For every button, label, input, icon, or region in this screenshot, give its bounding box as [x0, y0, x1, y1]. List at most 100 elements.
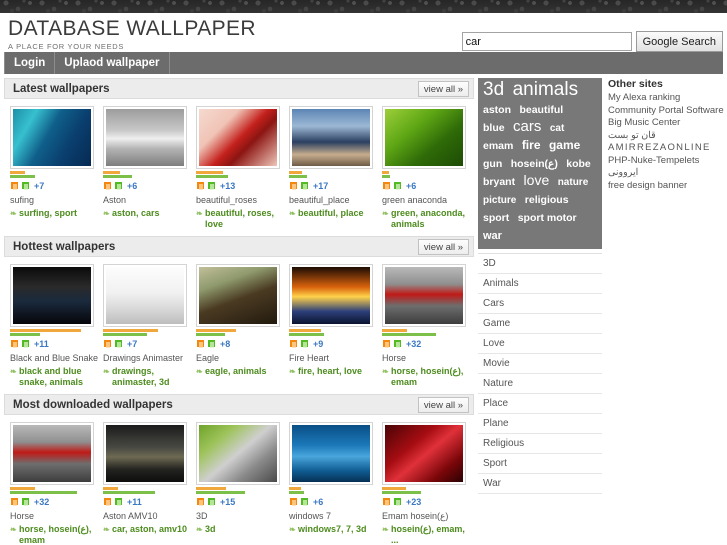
- wallpaper-title[interactable]: 3D: [196, 511, 288, 522]
- other-site-link[interactable]: My Alexa ranking: [608, 92, 719, 105]
- share-addthis-icon[interactable]: [393, 181, 402, 190]
- wallpaper-tags[interactable]: ❧ beautiful, roses, love: [196, 208, 288, 230]
- category-item-3d[interactable]: 3D: [478, 254, 602, 274]
- wallpaper-tags[interactable]: ❧ horse, hosein(ع), emam: [382, 366, 474, 388]
- share-addthis-icon[interactable]: [207, 497, 216, 506]
- category-item-movie[interactable]: Movie: [478, 354, 602, 374]
- share-bookmark-icon[interactable]: [289, 181, 298, 190]
- wallpaper-tags[interactable]: ❧ green, anaconda, animals: [382, 208, 474, 230]
- other-site-link[interactable]: قان تو بست: [608, 130, 719, 143]
- share-count[interactable]: +11: [127, 497, 142, 507]
- tag-cloud-link[interactable]: cars: [513, 118, 541, 135]
- category-item-sport[interactable]: Sport: [478, 454, 602, 474]
- share-addthis-icon[interactable]: [114, 181, 123, 190]
- share-bookmark-icon[interactable]: [382, 497, 391, 506]
- share-addthis-icon[interactable]: [114, 497, 123, 506]
- share-addthis-icon[interactable]: [21, 497, 30, 506]
- wallpaper-thumbnail-link[interactable]: [289, 264, 373, 327]
- share-addthis-icon[interactable]: [393, 339, 402, 348]
- category-item-love[interactable]: Love: [478, 334, 602, 354]
- share-count[interactable]: +32: [406, 339, 421, 349]
- category-item-plane[interactable]: Plane: [478, 414, 602, 434]
- share-count[interactable]: +13: [220, 181, 235, 191]
- share-addthis-icon[interactable]: [393, 497, 402, 506]
- wallpaper-title[interactable]: Horse: [382, 353, 474, 364]
- tag-cloud-link[interactable]: war: [483, 230, 502, 242]
- view-all-link[interactable]: view all »: [417, 81, 469, 97]
- search-input[interactable]: [461, 32, 632, 51]
- other-site-link[interactable]: PHP-Nuke-Tempelets: [608, 155, 719, 168]
- share-addthis-icon[interactable]: [114, 339, 123, 348]
- wallpaper-title[interactable]: Eagle: [196, 353, 288, 364]
- share-bookmark-icon[interactable]: [289, 497, 298, 506]
- tag-cloud-link[interactable]: sport motor: [518, 212, 577, 224]
- share-count[interactable]: +7: [34, 181, 44, 191]
- wallpaper-title[interactable]: Black and Blue Snake: [10, 353, 102, 364]
- share-bookmark-icon[interactable]: [382, 339, 391, 348]
- wallpaper-thumbnail-link[interactable]: [382, 106, 466, 169]
- wallpaper-title[interactable]: Horse: [10, 511, 102, 522]
- tag-cloud-link[interactable]: aston: [483, 104, 511, 116]
- other-site-link[interactable]: Community Portal Software: [608, 105, 724, 118]
- tag-cloud-link[interactable]: hosein(ع): [511, 158, 558, 170]
- share-count[interactable]: +32: [34, 497, 49, 507]
- share-bookmark-icon[interactable]: [10, 497, 19, 506]
- google-search-button[interactable]: Google Search: [635, 31, 723, 52]
- view-all-link[interactable]: view all »: [417, 397, 469, 413]
- wallpaper-thumbnail-link[interactable]: [289, 106, 373, 169]
- category-item-nature[interactable]: Nature: [478, 374, 602, 394]
- wallpaper-tags[interactable]: ❧ beautiful, place: [289, 208, 381, 219]
- tag-cloud-link[interactable]: blue: [483, 122, 505, 134]
- tag-cloud-link[interactable]: cat: [550, 123, 564, 134]
- share-bookmark-icon[interactable]: [289, 339, 298, 348]
- share-count[interactable]: +8: [220, 339, 230, 349]
- category-item-war[interactable]: War: [478, 474, 602, 494]
- tag-cloud-link[interactable]: fire: [522, 138, 541, 152]
- wallpaper-thumbnail-link[interactable]: [196, 106, 280, 169]
- tag-cloud-link[interactable]: emam: [483, 140, 513, 152]
- share-addthis-icon[interactable]: [300, 497, 309, 506]
- wallpaper-thumbnail-link[interactable]: [382, 264, 466, 327]
- share-count[interactable]: +15: [220, 497, 235, 507]
- wallpaper-tags[interactable]: ❧ eagle, animals: [196, 366, 288, 377]
- category-item-cars[interactable]: Cars: [478, 294, 602, 314]
- tag-cloud-link[interactable]: game: [549, 138, 580, 152]
- wallpaper-tags[interactable]: ❧ hosein(ع), emam, ...: [382, 524, 474, 545]
- tag-cloud-link[interactable]: beautiful: [519, 104, 563, 116]
- wallpaper-tags[interactable]: ❧ fire, heart, love: [289, 366, 381, 377]
- tag-cloud-link[interactable]: nature: [558, 177, 589, 188]
- other-site-link[interactable]: AMIRREZAONLINE: [608, 142, 719, 155]
- wallpaper-thumbnail-link[interactable]: [10, 264, 94, 327]
- share-count[interactable]: +6: [406, 181, 416, 191]
- wallpaper-tags[interactable]: ❧ black and blue snake, animals: [10, 366, 102, 388]
- wallpaper-title[interactable]: sufing: [10, 195, 102, 206]
- tag-cloud-link[interactable]: love: [524, 172, 550, 188]
- share-count[interactable]: +6: [313, 497, 323, 507]
- wallpaper-thumbnail-link[interactable]: [289, 422, 373, 485]
- tag-cloud-link[interactable]: animals: [513, 79, 578, 100]
- share-bookmark-icon[interactable]: [196, 339, 205, 348]
- share-count[interactable]: +9: [313, 339, 323, 349]
- share-addthis-icon[interactable]: [300, 339, 309, 348]
- share-count[interactable]: +7: [127, 339, 137, 349]
- nav-item-login[interactable]: Login: [4, 52, 56, 74]
- wallpaper-title[interactable]: Aston: [103, 195, 195, 206]
- tag-cloud-link[interactable]: 3d: [483, 79, 504, 100]
- wallpaper-title[interactable]: Aston AMV10: [103, 511, 195, 522]
- wallpaper-thumbnail-link[interactable]: [382, 422, 466, 485]
- category-item-animals[interactable]: Animals: [478, 274, 602, 294]
- wallpaper-title[interactable]: green anaconda: [382, 195, 474, 206]
- wallpaper-thumbnail-link[interactable]: [10, 422, 94, 485]
- other-site-link[interactable]: free design banner: [608, 180, 719, 193]
- share-addthis-icon[interactable]: [207, 339, 216, 348]
- wallpaper-thumbnail-link[interactable]: [103, 264, 187, 327]
- wallpaper-tags[interactable]: ❧ aston, cars: [103, 208, 195, 219]
- tag-cloud-link[interactable]: gun: [483, 158, 502, 170]
- share-bookmark-icon[interactable]: [10, 339, 19, 348]
- wallpaper-tags[interactable]: ❧ car, aston, amv10: [103, 524, 195, 535]
- wallpaper-title[interactable]: beautiful_place: [289, 195, 381, 206]
- share-bookmark-icon[interactable]: [103, 181, 112, 190]
- tag-cloud-link[interactable]: bryant: [483, 176, 515, 188]
- category-item-place[interactable]: Place: [478, 394, 602, 414]
- view-all-link[interactable]: view all »: [417, 239, 469, 255]
